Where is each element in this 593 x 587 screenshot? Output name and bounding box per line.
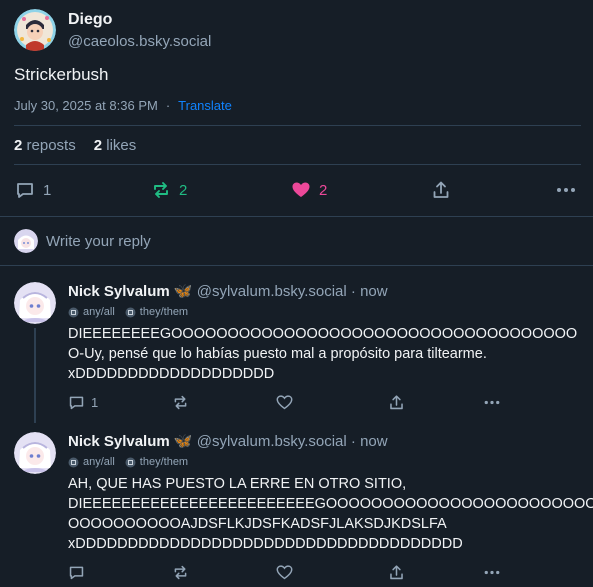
reply-header: Nick Sylvalum 🦋 @sylvalum.bsky.social · … [68, 432, 388, 450]
reply-count: 1 [91, 395, 99, 410]
heart-outline-icon [276, 395, 293, 410]
label-text: any/all [83, 306, 115, 318]
butterfly-emoji: 🦋 [173, 283, 193, 300]
repost-icon [154, 182, 168, 198]
divider [14, 125, 581, 126]
pronoun-labels: any/all they/them [68, 456, 188, 468]
reply-text-line: xDDDDDDDDDDDDDDDDDDDDDDDDDDDDDDDDDDDDD [68, 536, 463, 552]
reply-like-button[interactable] [276, 564, 293, 581]
label-tag[interactable]: they/them [125, 456, 188, 468]
label-icon [125, 457, 136, 467]
reposts-label[interactable]: reposts [27, 137, 76, 154]
share-icon [390, 395, 403, 410]
pronoun-labels: any/all they/them [68, 306, 188, 318]
divider [0, 265, 593, 266]
share-icon [433, 181, 449, 198]
reply-more-button[interactable] [483, 394, 501, 411]
more-icon [557, 188, 575, 192]
reply-icon [17, 183, 33, 198]
label-icon [68, 457, 79, 467]
post-text: Strickerbush [14, 65, 109, 84]
repost-icon [174, 565, 187, 580]
reply-icon [69, 396, 84, 410]
reply-author-name[interactable]: Nick Sylvalum [68, 283, 170, 300]
share-button[interactable] [431, 180, 451, 200]
post-action-bar: 1 2 2 [0, 178, 593, 202]
reply-repost-button[interactable] [172, 394, 189, 411]
reply-input[interactable]: Write your reply [46, 233, 151, 250]
reply-share-button[interactable] [388, 394, 405, 411]
reply-text-line: O-Uy, pensé que lo habías puesto mal a p… [68, 346, 487, 362]
reply-time: · now [350, 283, 388, 300]
butterfly-emoji: 🦋 [173, 433, 193, 450]
reply-author-handle[interactable]: @sylvalum.bsky.social [197, 283, 347, 300]
reply-text-line: AH, QUE HAS PUESTO LA ERRE EN OTRO SITIO… [68, 476, 407, 492]
author-handle[interactable]: @caeolos.bsky.social [68, 33, 211, 50]
reposts-count[interactable]: 2 [14, 137, 22, 154]
repost-button[interactable]: 2 [151, 180, 187, 200]
more-options-button[interactable] [555, 180, 577, 200]
reply-text-line: xDDDDDDDDDDDDDDDDDDD [68, 366, 275, 382]
repost-count: 2 [179, 181, 188, 199]
label-icon [68, 307, 79, 317]
label-tag[interactable]: they/them [125, 306, 188, 318]
like-button[interactable]: 2 [291, 180, 327, 200]
reply-button[interactable]: 1 [15, 180, 51, 200]
author-avatar[interactable] [14, 9, 56, 51]
repost-icon [174, 395, 187, 410]
divider [0, 216, 593, 217]
reply-text-line: DIEEEEEEEEEEEEEEEEEEEEEEEEGOOOOOOOOOOOOO… [68, 496, 593, 512]
reply-more-button[interactable] [483, 564, 501, 581]
current-user-avatar [14, 229, 38, 253]
reply-count: 1 [43, 181, 52, 199]
reply-text: DIEEEEEEEEGOOOOOOOOOOOOOOOOOOOOOOOOOOOOO… [68, 324, 583, 384]
label-text: they/them [139, 456, 189, 468]
reply-author-handle[interactable]: @sylvalum.bsky.social [197, 433, 347, 450]
label-tag[interactable]: any/all [68, 306, 115, 318]
label-text: any/all [83, 456, 115, 468]
thread-line [34, 328, 36, 423]
like-count: 2 [319, 181, 328, 199]
reply-icon [69, 566, 84, 580]
label-icon [125, 307, 136, 317]
heart-icon [292, 182, 310, 197]
reply-text: AH, QUE HAS PUESTO LA ERRE EN OTRO SITIO… [68, 474, 593, 554]
reply-reply-button[interactable]: 1 [68, 394, 98, 411]
divider [14, 164, 581, 165]
reply-avatar[interactable] [14, 282, 56, 324]
engagement-counts: 2 reposts 2 likes [14, 137, 136, 154]
reply-text-line: OOOOOOOOOOAJDSFLKJDSFKADSFJLAKSDJKDSLFA [68, 516, 447, 532]
heart-outline-icon [276, 565, 293, 580]
reply-time: · now [350, 433, 388, 450]
reply-author-name[interactable]: Nick Sylvalum [68, 433, 170, 450]
translate-link[interactable]: Translate [178, 98, 232, 113]
reply-avatar[interactable] [14, 432, 56, 474]
share-icon [390, 565, 403, 580]
label-text: they/them [139, 306, 189, 318]
author-name[interactable]: Diego [68, 11, 112, 29]
post-meta: July 30, 2025 at 8:36 PM · Translate [14, 98, 232, 113]
meta-separator: · [165, 98, 171, 113]
reply-repost-button[interactable] [172, 564, 189, 581]
reply-share-button[interactable] [388, 564, 405, 581]
more-icon [484, 570, 500, 575]
reply-header: Nick Sylvalum 🦋 @sylvalum.bsky.social · … [68, 282, 388, 300]
reply-like-button[interactable] [276, 394, 293, 411]
likes-count[interactable]: 2 [94, 137, 102, 154]
post-timestamp: July 30, 2025 at 8:36 PM [14, 98, 158, 113]
reply-reply-button[interactable] [68, 564, 85, 581]
label-tag[interactable]: any/all [68, 456, 115, 468]
reply-text-line: DIEEEEEEEEGOOOOOOOOOOOOOOOOOOOOOOOOOOOOO… [68, 326, 578, 342]
more-icon [484, 400, 500, 405]
likes-label[interactable]: likes [106, 137, 136, 154]
